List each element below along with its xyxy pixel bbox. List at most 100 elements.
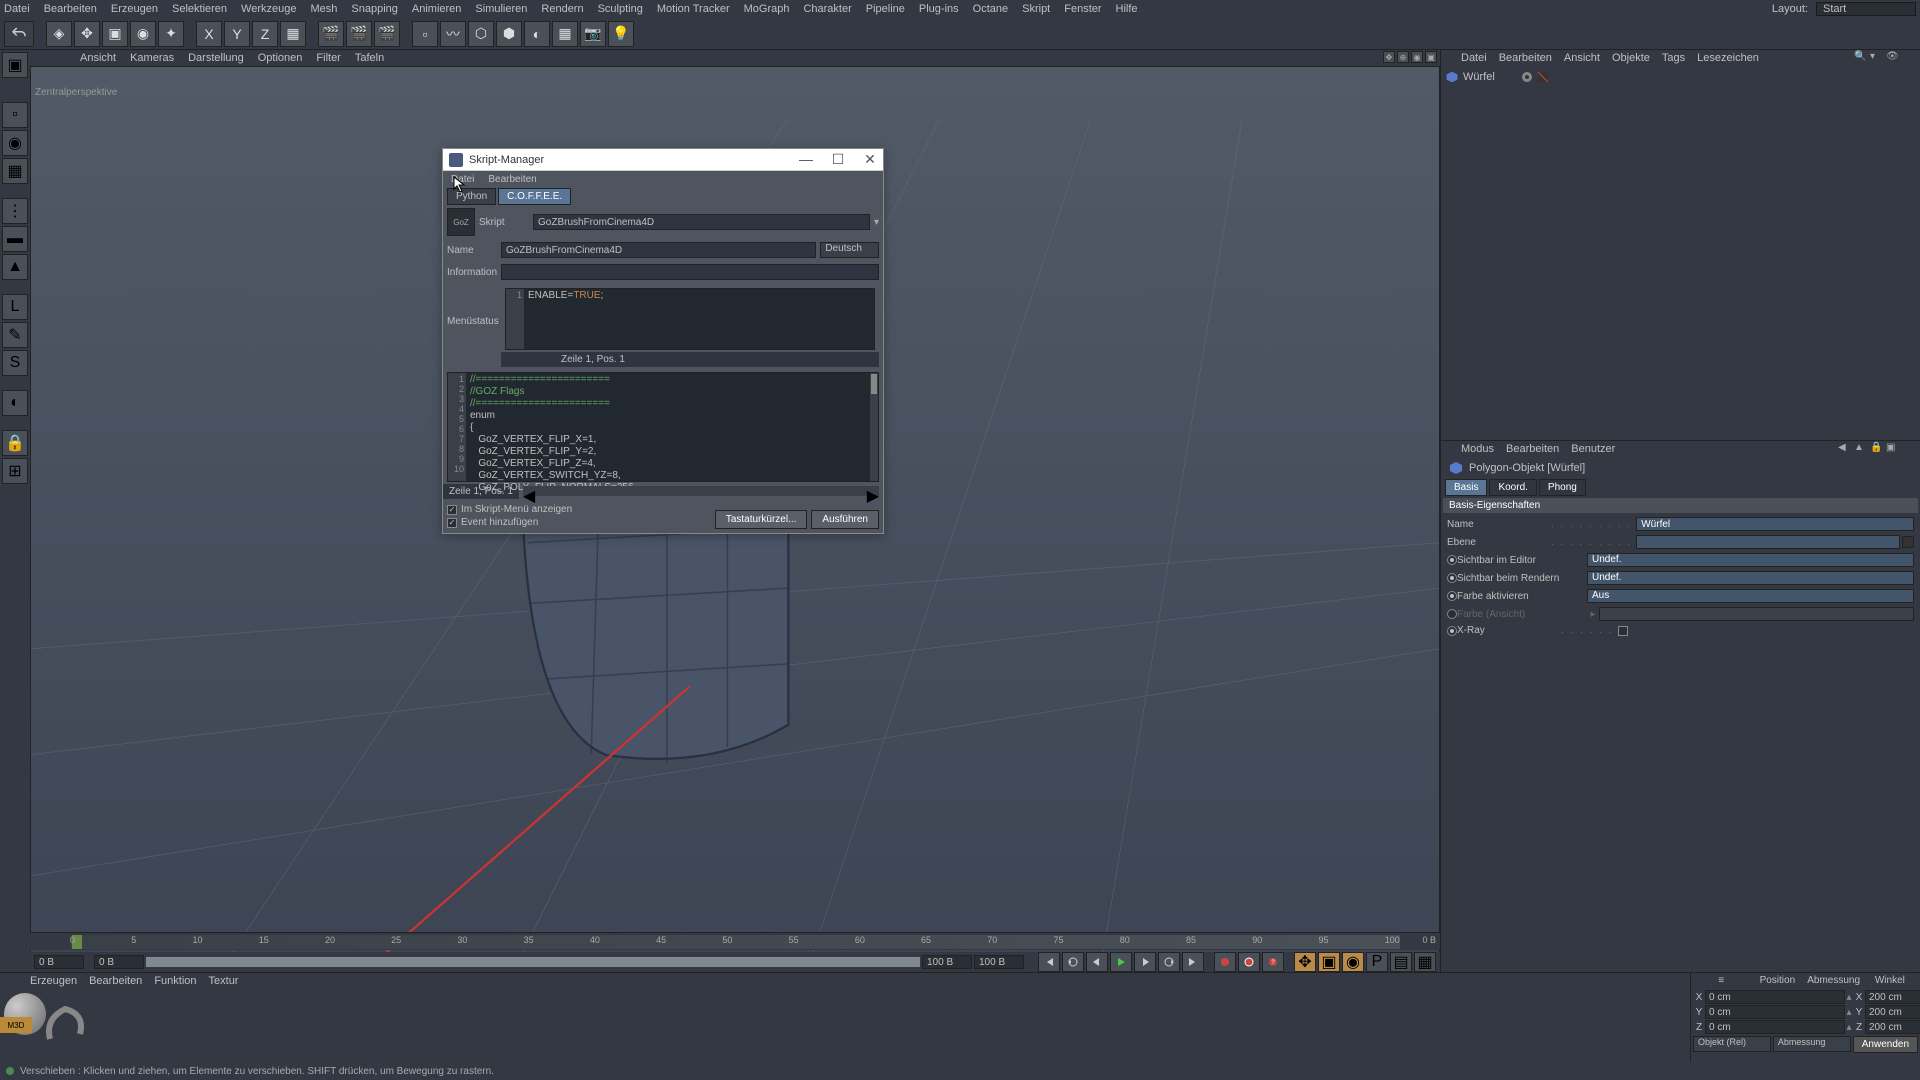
key-opts-button[interactable]: ▦ [1414,952,1436,972]
menu-hilfe[interactable]: Hilfe [1116,3,1138,15]
locked-mode[interactable]: 🔒 [2,430,28,456]
attr-lock-icon[interactable]: 🔒 [1870,442,1884,456]
render-region[interactable]: 🎬 [346,21,372,47]
render-visibility-select[interactable]: Undef. [1587,571,1914,585]
obj-menu-objekte[interactable]: Objekte [1612,52,1650,64]
dim-y-field[interactable] [1865,1005,1920,1019]
attr-tab-koord[interactable]: Koord. [1489,479,1536,496]
coord-mode-select[interactable]: Objekt (Rel) [1693,1036,1771,1052]
maximize-button[interactable]: ☐ [831,151,845,168]
range-right-field[interactable] [974,955,1024,969]
xray-radio[interactable] [1447,626,1457,636]
add-event-checkbox[interactable]: ✓ [447,518,457,528]
frame-current-field[interactable] [94,955,144,969]
menu-motion tracker[interactable]: Motion Tracker [657,3,730,15]
autokey-button[interactable] [1238,952,1260,972]
mat-menu-funktion[interactable]: Funktion [154,975,196,987]
add-environment[interactable]: ▦ [552,21,578,47]
script-icon[interactable]: GoZ [447,208,475,236]
vp-menu-filter[interactable]: Filter [316,52,340,64]
phong-tag[interactable] [1536,70,1550,84]
execute-button[interactable]: Ausführen [811,510,879,529]
timeline-range-slider[interactable] [146,957,920,967]
apply-button[interactable]: Anwenden [1853,1036,1918,1053]
snap-settings[interactable]: ⊞ [2,458,28,484]
add-generator[interactable]: ⬢ [496,21,522,47]
attr-tab-basis[interactable]: Basis [1445,479,1487,496]
menu-rendern[interactable]: Rendern [541,3,583,15]
layer-color-swatch[interactable] [1902,536,1914,548]
render-view[interactable]: 🎬 [318,21,344,47]
attr-menu-modus[interactable]: Modus [1461,443,1494,455]
color-enable-radio[interactable] [1447,591,1457,601]
menu-fenster[interactable]: Fenster [1064,3,1101,15]
object-row-wuerfel[interactable]: Würfel [1443,68,1918,86]
menu-datei[interactable]: Datei [4,3,30,15]
select-tool[interactable]: ◈ [46,21,72,47]
obj-menu-datei[interactable]: Datei [1461,52,1487,64]
obj-menu-lesezeichen[interactable]: Lesezeichen [1697,52,1759,64]
move-tool[interactable]: ✥ [74,21,100,47]
goto-start-button[interactable] [1038,952,1060,972]
pos-z-field[interactable] [1705,1020,1845,1034]
add-cube[interactable]: ▫ [412,21,438,47]
scale-tool[interactable]: ▣ [102,21,128,47]
obj-view-icon[interactable]: 👁 [1886,51,1900,65]
prev-key-button[interactable] [1062,952,1084,972]
menu-selektieren[interactable]: Selektieren [172,3,227,15]
obj-search-icon[interactable]: 🔍 [1854,51,1868,65]
key-param-button[interactable]: P [1366,952,1388,972]
frame-start-field[interactable] [34,955,84,969]
menustatus-editor[interactable]: 1 ENABLE=TRUE; [505,288,875,350]
record-button[interactable] [1214,952,1236,972]
shortcut-button[interactable]: Tastaturkürzel... [715,510,808,529]
menu-skript[interactable]: Skript [1022,3,1050,15]
next-key-button[interactable] [1158,952,1180,972]
render-settings[interactable]: 🎬 [374,21,400,47]
layout-select[interactable]: Start [1816,2,1916,16]
info-field[interactable] [501,264,879,280]
range-left-field[interactable] [922,955,972,969]
coffee-tab[interactable]: C.O.F.F.E.E. [498,188,571,205]
menu-bearbeiten[interactable]: Bearbeiten [44,3,97,15]
vp-menu-ansicht[interactable]: Ansicht [80,52,116,64]
axis-z-lock[interactable]: Z [252,21,278,47]
layer-select[interactable] [1636,535,1900,549]
attr-fwd-icon[interactable]: ▲ [1854,442,1868,456]
menu-animieren[interactable]: Animieren [412,3,462,15]
render-visibility-radio[interactable] [1447,573,1457,583]
play-button[interactable] [1110,952,1132,972]
make-editable[interactable]: ▣ [2,52,28,78]
next-frame-button[interactable] [1134,952,1156,972]
keyframe-sel-button[interactable]: ? [1262,952,1284,972]
menu-mograph[interactable]: MoGraph [744,3,790,15]
color-enable-select[interactable]: Aus [1587,589,1914,603]
menu-mesh[interactable]: Mesh [310,3,337,15]
show-in-menu-checkbox[interactable]: ✓ [447,505,457,515]
key-rot-button[interactable]: ◉ [1342,952,1364,972]
script-name-field[interactable] [501,242,816,258]
dlg-menu-datei[interactable]: Datei [451,174,474,185]
undo-button[interactable] [4,21,34,47]
attr-back-icon[interactable]: ◀ [1838,442,1852,456]
last-tool[interactable]: ✦ [158,21,184,47]
axis-mode[interactable]: L [2,294,28,320]
attr-tab-phong[interactable]: Phong [1539,479,1586,496]
menu-simulieren[interactable]: Simulieren [475,3,527,15]
visibility-tag[interactable] [1520,70,1534,84]
menu-pipeline[interactable]: Pipeline [866,3,905,15]
polygon-mode[interactable]: ▲ [2,254,28,280]
add-spline[interactable]: 〰 [440,21,466,47]
point-mode[interactable]: ⋮ [2,198,28,224]
scrollbar-vertical[interactable] [870,373,878,481]
tweak-mode[interactable]: ✎ [2,322,28,348]
rotate-tool[interactable]: ◉ [130,21,156,47]
goto-end-button[interactable] [1182,952,1204,972]
vp-menu-tafeln[interactable]: Tafeln [355,52,384,64]
coord-system[interactable]: ▦ [280,21,306,47]
dimension-mode-select[interactable]: Abmessung [1773,1036,1851,1052]
viewport-zoom-icon[interactable]: ⊕ [1397,51,1409,63]
dim-z-field[interactable] [1865,1020,1920,1034]
menu-erzeugen[interactable]: Erzeugen [111,3,158,15]
menu-octane[interactable]: Octane [973,3,1008,15]
